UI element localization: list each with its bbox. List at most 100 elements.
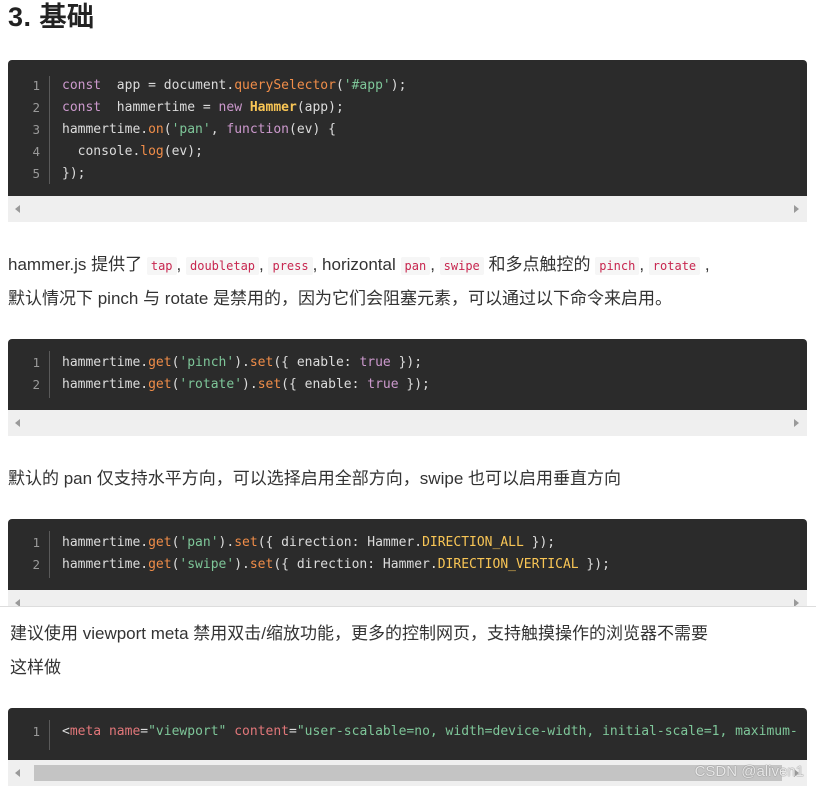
code-token: true (367, 377, 399, 392)
code-block-1-scrollbar[interactable] (8, 196, 807, 222)
code-token: set (234, 535, 258, 550)
code-token: content (234, 724, 290, 739)
code-token: 'swipe' (179, 557, 235, 572)
code-line: 1 const app = document.querySelector('#ap… (8, 75, 807, 97)
code-text: <meta name="viewport" content="user-scal… (62, 721, 798, 743)
paragraph-3-line-1: 建议使用 viewport meta 禁用双击/缩放功能，更多的控制网页，支持触… (10, 624, 708, 643)
line-number: 4 (32, 144, 40, 159)
text-segment: , (639, 255, 649, 274)
inline-code: pan (400, 257, 431, 275)
paragraph-3-line-2: 这样做 (10, 658, 61, 677)
code-token: Hammer (249, 100, 297, 115)
code-token: 'pan' (179, 535, 219, 550)
watermark: CSDN @aliven1 (694, 763, 804, 780)
code-block-4-scrollbar[interactable] (8, 760, 807, 786)
code-token: name (108, 724, 141, 739)
code-text: const app = document.querySelector('#app… (62, 75, 406, 97)
code-token: app = document. (101, 78, 235, 93)
code-token: hammertime. (62, 377, 149, 392)
code-token: new (218, 100, 243, 115)
code-token: get (148, 557, 172, 572)
code-token: "user-scalable=no, width=device-width, i… (296, 724, 798, 739)
code-block-2: 1 hammertime.get('pinch').set({ enable: t… (8, 339, 807, 410)
code-line: 2 hammertime.get('rotate').set({ enable: … (8, 374, 807, 396)
code-token: ). (234, 557, 250, 572)
code-token: ). (218, 535, 235, 550)
text-segment: , (700, 255, 710, 274)
text-segment: , (430, 255, 440, 274)
scroll-right-icon[interactable] (794, 419, 799, 427)
code-token: true (359, 355, 391, 370)
inline-code: tap (146, 257, 177, 275)
code-text: const hammertime = new Hammer(app); (62, 97, 344, 119)
line-number: 1 (32, 78, 40, 93)
code-token: 'rotate' (179, 377, 243, 392)
code-token: get (148, 535, 172, 550)
code-token: ({ enable: (273, 355, 360, 370)
code-line: 4 console.log(ev); (8, 141, 807, 163)
code-token: set (257, 377, 282, 392)
line-number: 1 (32, 724, 40, 739)
code-token: DIRECTION_VERTICAL (437, 557, 579, 572)
code-token: ( (335, 78, 344, 93)
code-token: "viewport" (148, 724, 227, 739)
code-token: }); (578, 557, 610, 572)
scroll-left-icon[interactable] (15, 205, 20, 213)
code-token: hammertime. (62, 122, 149, 137)
code-token: }); (62, 166, 86, 181)
code-block-3-scrollbar[interactable] (8, 590, 807, 606)
code-token: (ev) { (289, 122, 336, 137)
scroll-right-icon[interactable] (794, 205, 799, 213)
line-number: 2 (32, 377, 40, 392)
scroll-left-icon[interactable] (15, 419, 20, 427)
code-token: 'pinch' (179, 355, 235, 370)
text-segment: hammer.js 提供了 (8, 255, 147, 274)
paragraph-1-line-2: 默认情况下 pinch 与 rotate 是禁用的，因为它们会阻塞元素，可以通过… (8, 289, 673, 308)
code-token: set (249, 557, 274, 572)
code-token: function (226, 122, 289, 137)
code-line: 1 hammertime.get('pinch').set({ enable: t… (8, 352, 807, 374)
code-token: }); (390, 355, 423, 370)
code-token: const (62, 100, 102, 115)
text-segment: , (176, 255, 186, 274)
divider (0, 606, 816, 607)
code-token: ); (390, 78, 407, 93)
code-block-2-scrollbar[interactable] (8, 410, 807, 436)
code-token: meta (69, 724, 102, 739)
code-token: log (140, 144, 164, 159)
scroll-left-icon[interactable] (15, 769, 20, 777)
scrollbar-thumb[interactable] (34, 765, 782, 781)
inline-code: rotate (648, 257, 701, 275)
code-line: 2 const hammertime = new Hammer(app); (8, 97, 807, 119)
scroll-right-icon[interactable] (794, 599, 799, 606)
code-token: get (148, 355, 172, 370)
code-token: ). (242, 377, 258, 392)
code-token: (ev); (163, 144, 203, 159)
code-line: 1 <meta name="viewport" content="user-sca… (8, 721, 807, 743)
paragraph-1-line-1: hammer.js 提供了 tap, doubletap, press, hor… (8, 248, 710, 283)
code-text: hammertime.on('pan', function(ev) { (62, 119, 336, 141)
code-block-4: 1 <meta name="viewport" content="user-sca… (8, 708, 807, 760)
line-number: 2 (32, 100, 40, 115)
code-text: hammertime.get('swipe').set({ direction:… (62, 554, 610, 576)
scroll-left-icon[interactable] (15, 599, 20, 606)
inline-code: swipe (439, 257, 484, 275)
code-token: < (62, 724, 70, 739)
code-token: '#app' (343, 78, 391, 93)
code-text: }); (62, 163, 85, 185)
inline-code: doubletap (186, 257, 260, 275)
code-token: hammertime. (62, 355, 149, 370)
code-block-3: 1 hammertime.get('pan').set({ direction: … (8, 519, 807, 590)
code-token: on (148, 122, 164, 137)
code-text: hammertime.get('pinch').set({ enable: tr… (62, 352, 422, 374)
code-token: ({ direction: Hammer. (273, 557, 438, 572)
code-token: = (289, 724, 297, 739)
code-token: console. (62, 144, 141, 159)
code-token: (app); (296, 100, 344, 115)
line-number: 3 (32, 122, 40, 137)
code-token: 'pan' (171, 122, 211, 137)
code-token: }); (398, 377, 430, 392)
code-token: ({ enable: (281, 377, 368, 392)
